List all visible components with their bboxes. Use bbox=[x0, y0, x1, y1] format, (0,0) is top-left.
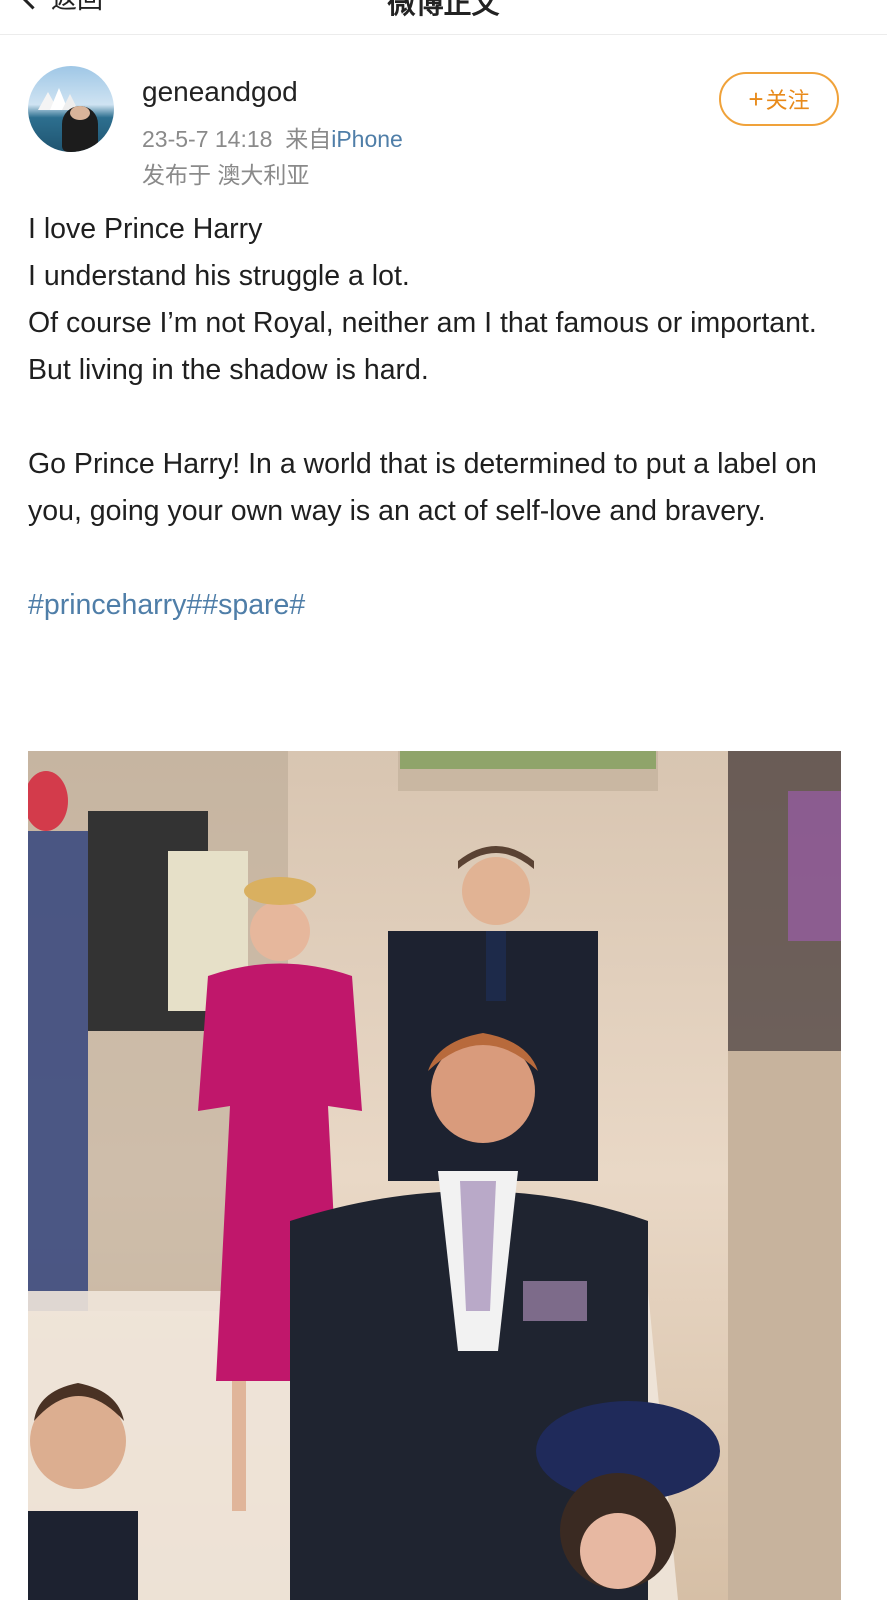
post-body: I love Prince Harry I understand his str… bbox=[28, 206, 858, 629]
hashtags[interactable]: #princeharry##spare# bbox=[28, 582, 858, 629]
post-line: I love Prince Harry bbox=[28, 213, 263, 245]
follow-button[interactable]: + 关注 bbox=[719, 72, 839, 126]
post-header: geneandgod 23-5-7 14:18 来自iPhone 发布于 澳大利… bbox=[28, 64, 858, 194]
source-prefix: 来自 bbox=[285, 126, 332, 152]
post-paragraph: Go Prince Harry! In a world that is dete… bbox=[28, 448, 817, 527]
post-meta: 23-5-7 14:18 来自iPhone bbox=[142, 120, 403, 154]
photo-illustration bbox=[28, 751, 841, 1600]
location: 发布于 澳大利亚 bbox=[142, 162, 310, 188]
timestamp: 23-5-7 14:18 bbox=[142, 126, 273, 152]
username[interactable]: geneandgod bbox=[142, 76, 298, 108]
source-link[interactable]: iPhone bbox=[331, 126, 403, 152]
top-nav-bar: 返回 微博正文 bbox=[0, 0, 887, 35]
follow-label: 关注 bbox=[765, 88, 810, 113]
avatar[interactable] bbox=[28, 66, 114, 152]
post-line: Of course I’m not Royal, neither am I th… bbox=[28, 307, 817, 339]
post-photo[interactable] bbox=[28, 751, 841, 1600]
post-line: I understand his struggle a lot. bbox=[28, 260, 410, 292]
page-title: 微博正文 bbox=[387, 0, 500, 19]
plus-icon: + bbox=[748, 84, 764, 114]
post-line: But living in the shadow is hard. bbox=[28, 354, 429, 386]
